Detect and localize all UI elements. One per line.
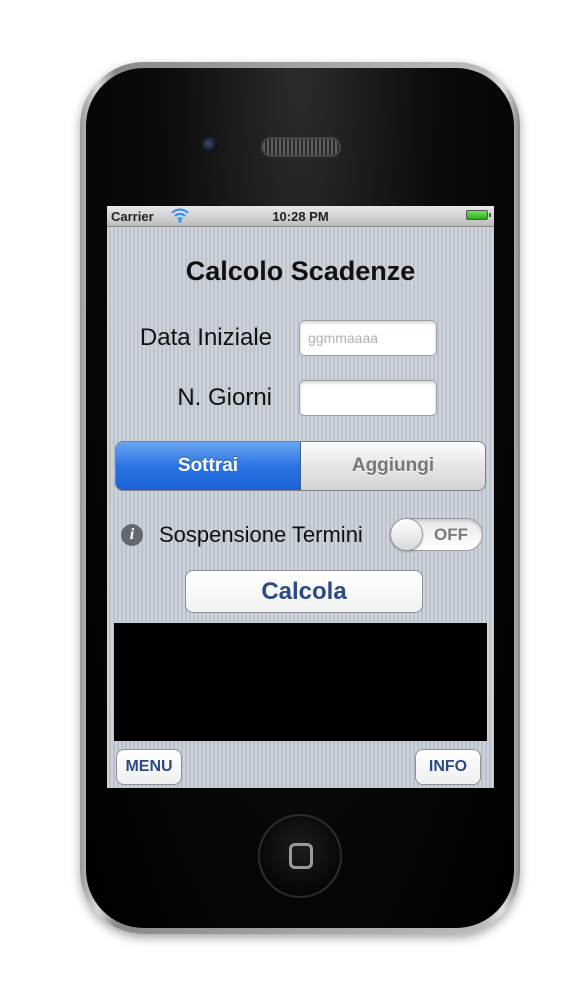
result-area [114, 623, 487, 741]
home-square-icon [289, 843, 313, 869]
earpiece-speaker [261, 137, 341, 157]
info-button[interactable]: INFO [415, 749, 481, 785]
app-title: Calcolo Scadenze [185, 256, 416, 286]
sospensione-termini-label: Sospensione Termini [159, 522, 363, 547]
n-giorni-label: N. Giorni [177, 384, 272, 411]
segment-aggiungi[interactable]: Aggiungi [301, 442, 485, 490]
data-iniziale-input[interactable] [299, 320, 437, 356]
toggle-knob[interactable] [390, 518, 423, 551]
data-iniziale-label: Data Iniziale [139, 324, 272, 351]
info-icon[interactable]: i [121, 524, 143, 546]
calcola-button[interactable]: Calcola [185, 570, 423, 613]
home-button[interactable] [258, 814, 342, 898]
n-giorni-input[interactable] [299, 380, 437, 416]
battery-icon [466, 210, 491, 220]
status-bar: Carrier 10:28 PM [107, 206, 494, 227]
segment-sottrai[interactable]: Sottrai [116, 442, 301, 490]
menu-button[interactable]: MENU [116, 749, 182, 785]
operation-segmented-control: Sottrai Aggiungi [115, 441, 486, 491]
sospensione-toggle[interactable]: OFF [390, 518, 483, 551]
toggle-state-label: OFF [434, 525, 468, 544]
clock: 10:28 PM [272, 209, 329, 224]
app-screen: Carrier 10:28 PM Calcolo Scadenze Data I… [107, 206, 494, 788]
front-camera [202, 137, 218, 153]
